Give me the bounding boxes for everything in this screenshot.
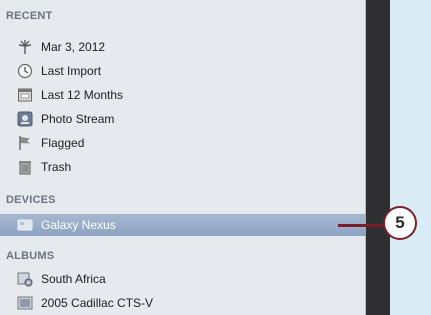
- sidebar-item-last-import[interactable]: Last Import: [0, 60, 366, 82]
- sidebar-item-2005-cadillac-cts-v[interactable]: 2005 Cadillac CTS-V: [0, 292, 366, 314]
- sidebar-item-label: Photo Stream: [41, 112, 115, 126]
- sidebar-item-mar-3-2012[interactable]: Mar 3, 2012: [0, 36, 366, 58]
- album-icon: [17, 295, 33, 311]
- sidebar-item-last-12-months[interactable]: Last 12 Months: [0, 84, 366, 106]
- callout-number: 5: [395, 213, 405, 232]
- sidebar-item-label: South Africa: [41, 272, 106, 286]
- flag-icon: [17, 135, 33, 151]
- trash-icon: [17, 159, 33, 175]
- sidebar-item-label: Mar 3, 2012: [41, 40, 106, 54]
- sidebar-item-label: Galaxy Nexus: [41, 218, 116, 232]
- source-list-sidebar: RECENT Mar 3, 2012 Last Import Last 12 M…: [0, 0, 366, 315]
- palm-tree-icon: [17, 39, 33, 55]
- sidebar-item-galaxy-nexus[interactable]: Galaxy Nexus: [0, 214, 366, 236]
- callout-number-badge: 5: [383, 206, 417, 240]
- sidebar-item-label: 2005 Cadillac CTS-V: [41, 296, 154, 310]
- sidebar-item-flagged[interactable]: Flagged: [0, 132, 366, 154]
- sidebar-item-south-africa[interactable]: South Africa: [0, 268, 366, 290]
- callout-line: [338, 224, 384, 227]
- photo-stream-icon: [17, 111, 33, 127]
- smart-album-icon: [17, 271, 33, 287]
- sidebar-item-label: Last 12 Months: [41, 88, 124, 102]
- sidebar-item-label: Last Import: [41, 64, 102, 78]
- sidebar-item-trash[interactable]: Trash: [0, 156, 366, 178]
- section-header-albums: ALBUMS: [6, 250, 55, 262]
- sidebar-item-label: Flagged: [41, 136, 85, 150]
- sidebar-item-photo-stream[interactable]: Photo Stream: [0, 108, 366, 130]
- section-header-devices: DEVICES: [6, 194, 56, 206]
- clock-icon: [17, 63, 33, 79]
- calendar-icon: [17, 87, 33, 103]
- section-header-recent: RECENT: [6, 10, 53, 22]
- device-icon: [17, 217, 33, 233]
- sidebar-item-label: Trash: [41, 160, 72, 174]
- sidebar-scroll-divider[interactable]: [366, 0, 390, 315]
